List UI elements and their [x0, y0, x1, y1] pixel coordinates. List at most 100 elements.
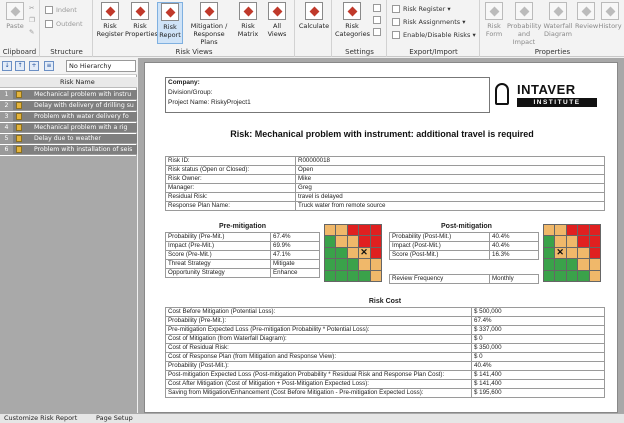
table-row: Cost of Response Plan (from Mitigation a…: [165, 352, 605, 362]
pre-mitigation-title: Pre-mitigation: [218, 223, 267, 230]
all-views-button[interactable]: All Views: [264, 2, 290, 44]
all-views-icon: [268, 2, 286, 20]
report-title: Risk: Mechanical problem with instrument…: [230, 129, 534, 139]
risk-properties-button[interactable]: Risk Properties: [125, 2, 158, 44]
paste-icon: [6, 2, 24, 20]
risk-assignments-icon: [392, 18, 400, 26]
risk-views-group: Risk Register Risk Properties Risk Repor…: [94, 0, 295, 57]
waterfall-icon: [549, 2, 567, 20]
export-import-group: Risk Register ▾ Risk Assignments ▾ Enabl…: [388, 0, 480, 57]
copy-icon[interactable]: ❐: [29, 16, 35, 24]
risk-matrix-button[interactable]: Risk Matrix: [235, 2, 261, 44]
calculator-icon: [305, 2, 323, 20]
risk-form-button[interactable]: Risk Form: [483, 2, 505, 44]
table-row: Opportunity Strategy Enhance: [165, 268, 320, 278]
pre-mitigation-table: Probability (Pre-Mit.) 67.4% Impact (Pre-…: [165, 232, 320, 278]
format-painter-icon[interactable]: ✎: [29, 28, 34, 36]
export-import-group-label: Export/Import: [409, 48, 458, 56]
properties-group-label: Properties: [534, 48, 571, 56]
settings-icon-1[interactable]: [373, 4, 384, 12]
company-info-box: Company: Division/Group: Project Name: R…: [165, 77, 490, 113]
table-row: Risk status (Open or Closed): Open: [165, 165, 605, 175]
list-item[interactable]: 4 Mechanical problem with a rig: [0, 123, 137, 133]
properties-group: Risk Form Probability and Impact Waterfa…: [481, 0, 624, 57]
risk-form-icon: [485, 2, 503, 20]
table-row: Probability (Post-Mit.): 40.4%: [165, 361, 605, 371]
risk-properties-icon: [131, 2, 149, 20]
table-row: Post-mitigation Expected Loss (Post-miti…: [165, 370, 605, 380]
expand-icon[interactable]: +: [29, 61, 39, 71]
history-icon: [601, 2, 619, 20]
structure-group-label: Structure: [50, 48, 83, 56]
table-row: Cost of Mitigation (from Waterfall Diagr…: [165, 334, 605, 344]
risk-list-panel: ↓ ↑ + ≡ No Hierarchy Risk Name 1 Mechani…: [0, 58, 137, 423]
settings-icon-3[interactable]: [373, 28, 384, 36]
table-row: Score (Post-Mit.) 16.3%: [389, 250, 539, 260]
risk-register-icon: [101, 2, 119, 20]
post-risk-position: ✕: [555, 247, 566, 259]
risk-info-table: Risk ID: R00000018 Risk status (Open or C…: [165, 156, 605, 211]
structure-group: Indent Outdent Structure: [41, 0, 93, 57]
risk-report-page: Company: Division/Group: Project Name: R…: [144, 62, 618, 413]
indent-icon: [45, 6, 53, 14]
sort-descending-icon[interactable]: ↑: [15, 61, 25, 71]
table-row: Probability (Pre-Mit.): 67.4%: [165, 316, 605, 326]
table-row: Cost of Residual Risk: $ 350,000: [165, 343, 605, 353]
probability-impact-button[interactable]: Probability and Impact: [507, 2, 541, 46]
calculate-button[interactable]: Calculate: [298, 2, 330, 44]
history-button[interactable]: History: [598, 2, 622, 44]
cut-icon[interactable]: ✂: [29, 4, 34, 12]
settings-icon-2[interactable]: [373, 16, 384, 24]
risk-flag-icon: [16, 146, 22, 153]
enable-disable-icon: [392, 31, 400, 39]
risk-name-column-header[interactable]: Risk Name: [60, 77, 95, 87]
risk-cost-table: Cost Before Mitigation (Potential Loss):…: [165, 307, 605, 398]
risk-list-toolbar: ↓ ↑ + ≡ No Hierarchy: [0, 58, 137, 75]
filter-icon[interactable]: ≡: [44, 61, 54, 71]
project-label: Project Name: RiskyProject1: [168, 99, 251, 106]
review-button[interactable]: Review: [575, 2, 598, 44]
risk-report-button[interactable]: Risk Report: [157, 2, 183, 44]
page-setup-tab[interactable]: Page Setup: [96, 414, 133, 423]
mitigation-response-plans-button[interactable]: Mitigation / Response Plans: [184, 2, 234, 46]
company-label: Company:: [168, 79, 200, 86]
table-row: Response Plan Name: Truck water from remo…: [165, 201, 605, 211]
risk-flag-icon: [16, 102, 22, 109]
table-row: Residual Risk: travel is delayed: [165, 192, 605, 202]
indent-button[interactable]: Indent: [45, 6, 77, 14]
review-frequency-table: Review Frequency Monthly: [389, 274, 539, 284]
enable-disable-risks-menu[interactable]: Enable/Disable Risks ▾: [392, 31, 476, 39]
risk-assignments-menu[interactable]: Risk Assignments ▾: [392, 18, 466, 26]
ribbon: Paste ✂ ❐ ✎ Clipboard Indent Outdent Str…: [0, 0, 624, 57]
risk-categories-button[interactable]: Risk Categories: [335, 2, 370, 44]
risk-report-icon: [161, 3, 179, 21]
hierarchy-select[interactable]: No Hierarchy: [66, 60, 136, 72]
risk-flag-icon: [16, 91, 22, 98]
bottom-tab-bar: Customize Risk Report Page Setup: [0, 413, 624, 423]
sort-ascending-icon[interactable]: ↓: [2, 61, 12, 71]
table-row: Impact (Pre-Mit.) 69.9%: [165, 241, 320, 251]
list-item[interactable]: 3 Problem with water delivery fo: [0, 112, 137, 122]
list-item[interactable]: 5 Delay due to weather: [0, 134, 137, 144]
review-icon: [577, 2, 595, 20]
empty-list-area: [0, 156, 137, 413]
waterfall-diagram-button[interactable]: Waterfall Diagram: [543, 2, 573, 44]
post-mitigation-table: Probability (Post-Mit.) 40.4% Impact (Pos…: [389, 232, 539, 260]
outdent-button[interactable]: Outdent: [45, 20, 83, 28]
table-row: Score (Pre-Mit.) 47.1%: [165, 250, 320, 260]
list-item[interactable]: 2 Delay with delivery of drilling su: [0, 101, 137, 111]
export-risk-register-menu[interactable]: Risk Register ▾: [392, 5, 451, 13]
customize-risk-report-tab[interactable]: Customize Risk Report: [4, 414, 77, 423]
risk-register-button[interactable]: Risk Register: [96, 2, 124, 44]
table-row: Threat Strategy Mitigate: [165, 259, 320, 269]
list-item[interactable]: 6 Problem with installation of seis: [0, 145, 137, 155]
division-label: Division/Group:: [168, 89, 213, 96]
list-item[interactable]: 1 Mechanical problem with instru: [0, 90, 137, 100]
clipboard-group: Paste ✂ ❐ ✎ Clipboard: [0, 0, 40, 57]
risk-views-group-label: Risk Views: [175, 48, 213, 56]
settings-group: Risk Categories Settings: [333, 0, 387, 57]
paste-button[interactable]: Paste: [2, 2, 28, 44]
risk-flag-icon: [16, 124, 22, 131]
table-row: Risk ID: R00000018: [165, 156, 605, 166]
risk-cost-title: Risk Cost: [368, 298, 402, 305]
